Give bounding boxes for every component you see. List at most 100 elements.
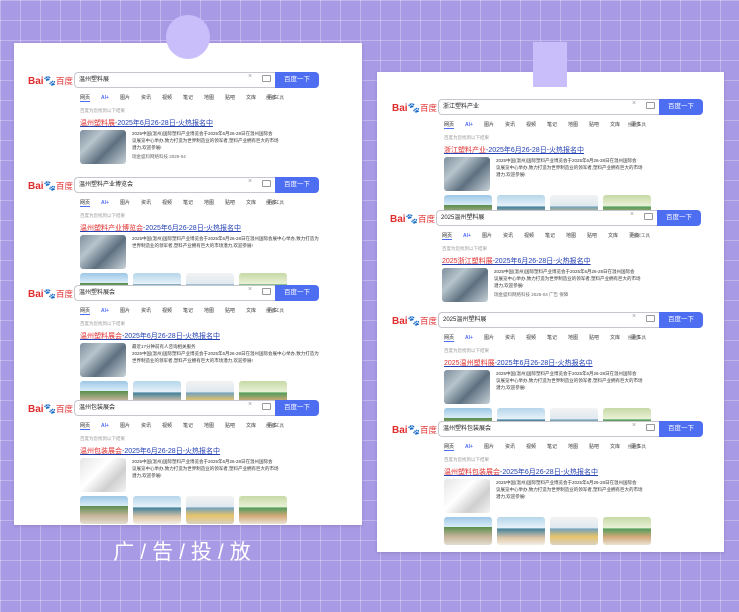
tab-image[interactable]: 图片 bbox=[484, 443, 494, 450]
result-title-link[interactable]: 温州塑料展-2025年6月26-28日-火热报名中 bbox=[80, 118, 213, 128]
result-image[interactable] bbox=[497, 517, 545, 545]
tab-web[interactable]: 网页 bbox=[442, 232, 453, 240]
search-button[interactable]: 百度一下 bbox=[275, 400, 319, 416]
tab-ai[interactable]: AI+ bbox=[101, 95, 109, 101]
tab-ai[interactable]: AI+ bbox=[465, 335, 473, 341]
result-image[interactable] bbox=[133, 496, 181, 524]
tab-notes[interactable]: 笔记 bbox=[547, 443, 557, 450]
result-title-link[interactable]: 温州塑料产业博览会-2025年6月26-28日-火热报名中 bbox=[80, 223, 241, 233]
tab-video[interactable]: 视频 bbox=[526, 121, 536, 128]
baidu-logo[interactable]: Bai🐾百度 bbox=[392, 102, 437, 114]
clear-icon[interactable]: × bbox=[248, 178, 252, 185]
search-tools-button[interactable]: 搜索工具 bbox=[628, 335, 646, 341]
search-input[interactable]: 温州塑料包装展会 bbox=[438, 421, 659, 437]
tab-ai[interactable]: AI+ bbox=[101, 200, 109, 206]
search-input[interactable]: 2025温州塑料展 bbox=[436, 210, 657, 226]
tab-ai[interactable]: AI+ bbox=[101, 308, 109, 314]
tab-image[interactable]: 图片 bbox=[120, 422, 130, 429]
tab-video[interactable]: 视频 bbox=[162, 422, 172, 429]
result-thumbnail[interactable] bbox=[80, 235, 126, 269]
tab-wenku[interactable]: 文库 bbox=[608, 232, 618, 239]
result-thumbnail[interactable] bbox=[442, 268, 488, 302]
tab-notes[interactable]: 笔记 bbox=[545, 232, 555, 239]
search-input[interactable]: 温州塑料展 bbox=[74, 72, 275, 88]
result-title-link[interactable]: 2025浙江塑料展-2025年6月26-28日-火热报名中 bbox=[442, 256, 591, 266]
tab-map[interactable]: 地图 bbox=[568, 334, 578, 341]
result-thumbnail[interactable] bbox=[444, 479, 490, 513]
search-tools-button[interactable]: 搜索工具 bbox=[628, 444, 646, 450]
tab-map[interactable]: 地图 bbox=[204, 422, 214, 429]
tab-image[interactable]: 图片 bbox=[482, 232, 492, 239]
tab-wenku[interactable]: 文库 bbox=[610, 334, 620, 341]
clear-icon[interactable]: × bbox=[248, 401, 252, 408]
tab-wenku[interactable]: 文库 bbox=[610, 443, 620, 450]
tab-tieba[interactable]: 贴吧 bbox=[589, 443, 599, 450]
result-image[interactable] bbox=[603, 517, 651, 545]
tab-news[interactable]: 资讯 bbox=[141, 422, 151, 429]
tab-tieba[interactable]: 贴吧 bbox=[589, 121, 599, 128]
search-tools-button[interactable]: 搜索工具 bbox=[266, 423, 284, 429]
tab-map[interactable]: 地图 bbox=[204, 94, 214, 101]
tab-tieba[interactable]: 贴吧 bbox=[587, 232, 597, 239]
baidu-logo[interactable]: Bai🐾百度 bbox=[390, 213, 435, 225]
camera-icon[interactable] bbox=[262, 288, 271, 295]
tab-tieba[interactable]: 贴吧 bbox=[225, 94, 235, 101]
camera-icon[interactable] bbox=[646, 424, 655, 431]
search-input[interactable]: 温州塑料产业博览会 bbox=[74, 177, 275, 193]
tab-news[interactable]: 资讯 bbox=[141, 94, 151, 101]
result-thumbnail[interactable] bbox=[444, 157, 490, 191]
tab-notes[interactable]: 笔记 bbox=[547, 121, 557, 128]
tab-ai[interactable]: AI+ bbox=[465, 122, 473, 128]
tab-web[interactable]: 网页 bbox=[444, 443, 455, 451]
result-image[interactable] bbox=[186, 496, 234, 524]
tab-video[interactable]: 视频 bbox=[526, 443, 536, 450]
tab-web[interactable]: 网页 bbox=[444, 121, 455, 129]
camera-icon[interactable] bbox=[262, 180, 271, 187]
result-image[interactable] bbox=[239, 496, 287, 524]
tab-ai[interactable]: AI+ bbox=[465, 444, 473, 450]
camera-icon[interactable] bbox=[646, 315, 655, 322]
search-button[interactable]: 百度一下 bbox=[275, 72, 319, 88]
tab-ai[interactable]: AI+ bbox=[101, 423, 109, 429]
tab-map[interactable]: 地图 bbox=[568, 121, 578, 128]
tab-image[interactable]: 图片 bbox=[120, 307, 130, 314]
tab-map[interactable]: 地图 bbox=[568, 443, 578, 450]
tab-video[interactable]: 视频 bbox=[162, 307, 172, 314]
clear-icon[interactable]: × bbox=[630, 211, 634, 218]
tab-web[interactable]: 网页 bbox=[444, 334, 455, 342]
search-input[interactable]: 温州塑料展会 bbox=[74, 285, 275, 301]
search-tools-button[interactable]: 搜索工具 bbox=[266, 95, 284, 101]
search-tools-button[interactable]: 搜索工具 bbox=[266, 200, 284, 206]
tab-video[interactable]: 视频 bbox=[524, 232, 534, 239]
camera-icon[interactable] bbox=[262, 403, 271, 410]
search-input[interactable]: 温州包装展会 bbox=[74, 400, 275, 416]
tab-tieba[interactable]: 贴吧 bbox=[225, 422, 235, 429]
tab-video[interactable]: 视频 bbox=[526, 334, 536, 341]
tab-notes[interactable]: 笔记 bbox=[183, 199, 193, 206]
tab-web[interactable]: 网页 bbox=[80, 94, 91, 102]
tab-news[interactable]: 资讯 bbox=[505, 121, 515, 128]
result-title-link[interactable]: 温州包装展会-2025年6月26-28日-火热报名中 bbox=[80, 446, 220, 456]
tab-wenku[interactable]: 文库 bbox=[246, 307, 256, 314]
tab-ai[interactable]: AI+ bbox=[463, 233, 471, 239]
clear-icon[interactable]: × bbox=[632, 313, 636, 320]
tab-image[interactable]: 图片 bbox=[484, 334, 494, 341]
tab-image[interactable]: 图片 bbox=[484, 121, 494, 128]
search-button[interactable]: 百度一下 bbox=[275, 285, 319, 301]
result-image[interactable] bbox=[444, 517, 492, 545]
search-button[interactable]: 百度一下 bbox=[275, 177, 319, 193]
tab-tieba[interactable]: 贴吧 bbox=[225, 307, 235, 314]
camera-icon[interactable] bbox=[646, 102, 655, 109]
tab-notes[interactable]: 笔记 bbox=[547, 334, 557, 341]
tab-map[interactable]: 地图 bbox=[204, 307, 214, 314]
tab-image[interactable]: 图片 bbox=[120, 199, 130, 206]
tab-notes[interactable]: 笔记 bbox=[183, 94, 193, 101]
tab-news[interactable]: 资讯 bbox=[505, 443, 515, 450]
search-tools-button[interactable]: 搜索工具 bbox=[266, 308, 284, 314]
baidu-logo[interactable]: Bai🐾百度 bbox=[28, 180, 73, 192]
tab-map[interactable]: 地图 bbox=[204, 199, 214, 206]
baidu-logo[interactable]: Bai🐾百度 bbox=[392, 424, 437, 436]
clear-icon[interactable]: × bbox=[248, 286, 252, 293]
search-tools-button[interactable]: 搜索工具 bbox=[632, 233, 650, 239]
result-title-link[interactable]: 2025温州塑料展-2025年6月26-28日-火热报名中 bbox=[444, 358, 593, 368]
